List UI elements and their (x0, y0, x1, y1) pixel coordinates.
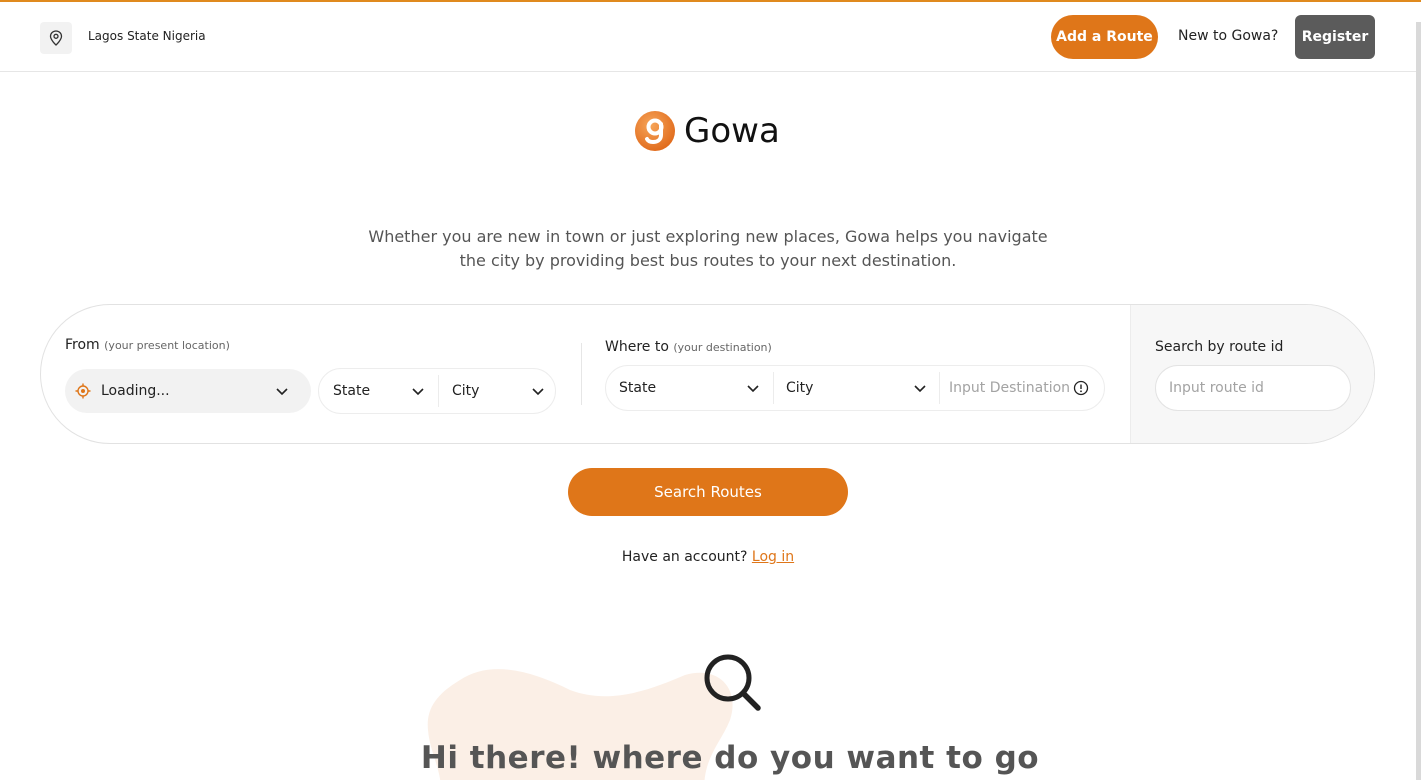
to-label: Where to (your destination) (605, 339, 772, 355)
from-city-select[interactable]: City (452, 369, 556, 413)
route-id-section: Search by route id (1130, 305, 1374, 443)
to-hint: (your destination) (673, 341, 772, 354)
location-button[interactable] (40, 22, 72, 54)
info-icon[interactable] (1073, 380, 1089, 396)
from-state-select[interactable]: State (333, 369, 437, 413)
page-scrollbar[interactable] (1416, 22, 1421, 780)
column-divider (581, 343, 582, 405)
route-id-label: Search by route id (1155, 339, 1284, 355)
current-location-text: Lagos State Nigeria (88, 29, 206, 43)
chevron-down-icon (412, 388, 424, 396)
destination-input[interactable]: Input Destination (949, 366, 1099, 410)
crosshair-icon (75, 383, 91, 399)
to-state-select[interactable]: State (619, 366, 771, 410)
chevron-down-icon (747, 385, 759, 393)
destination-group: State City Input Destination (605, 365, 1105, 411)
magnifier-icon (704, 654, 761, 711)
to-city-select[interactable]: City (786, 366, 936, 410)
brand-name: Gowa (684, 111, 780, 151)
empty-state-heading: Hi there! where do you want to go (420, 740, 1040, 776)
hero-tagline: Whether you are new in town or just expl… (368, 227, 1048, 270)
from-state-city-group: State City (318, 368, 556, 414)
chevron-down-icon (276, 388, 288, 396)
current-location-select[interactable]: Loading... (65, 369, 311, 413)
brand-logo: Gowa (634, 110, 780, 152)
chevron-down-icon (532, 388, 544, 396)
login-prompt: Have an account? Log in (621, 549, 795, 565)
chevron-down-icon (914, 385, 926, 393)
route-id-input[interactable] (1155, 365, 1351, 411)
divider (438, 375, 439, 407)
divider (939, 372, 940, 404)
search-routes-button[interactable]: Search Routes (568, 468, 848, 516)
login-link[interactable]: Log in (752, 549, 794, 565)
gowa-logo-icon (635, 111, 675, 151)
from-hint: (your present location) (104, 339, 230, 352)
add-route-button[interactable]: Add a Route (1051, 15, 1158, 59)
search-panel: From (your present location) Loading... … (40, 304, 1375, 444)
current-location-value: Loading... (101, 383, 170, 399)
map-pin-icon (49, 30, 63, 46)
new-to-gowa-link[interactable]: New to Gowa? (1178, 28, 1278, 44)
divider (773, 372, 774, 404)
from-label: From (your present location) (65, 337, 230, 353)
register-button[interactable]: Register (1295, 15, 1375, 59)
top-header: Lagos State Nigeria Add a Route New to G… (0, 2, 1421, 72)
